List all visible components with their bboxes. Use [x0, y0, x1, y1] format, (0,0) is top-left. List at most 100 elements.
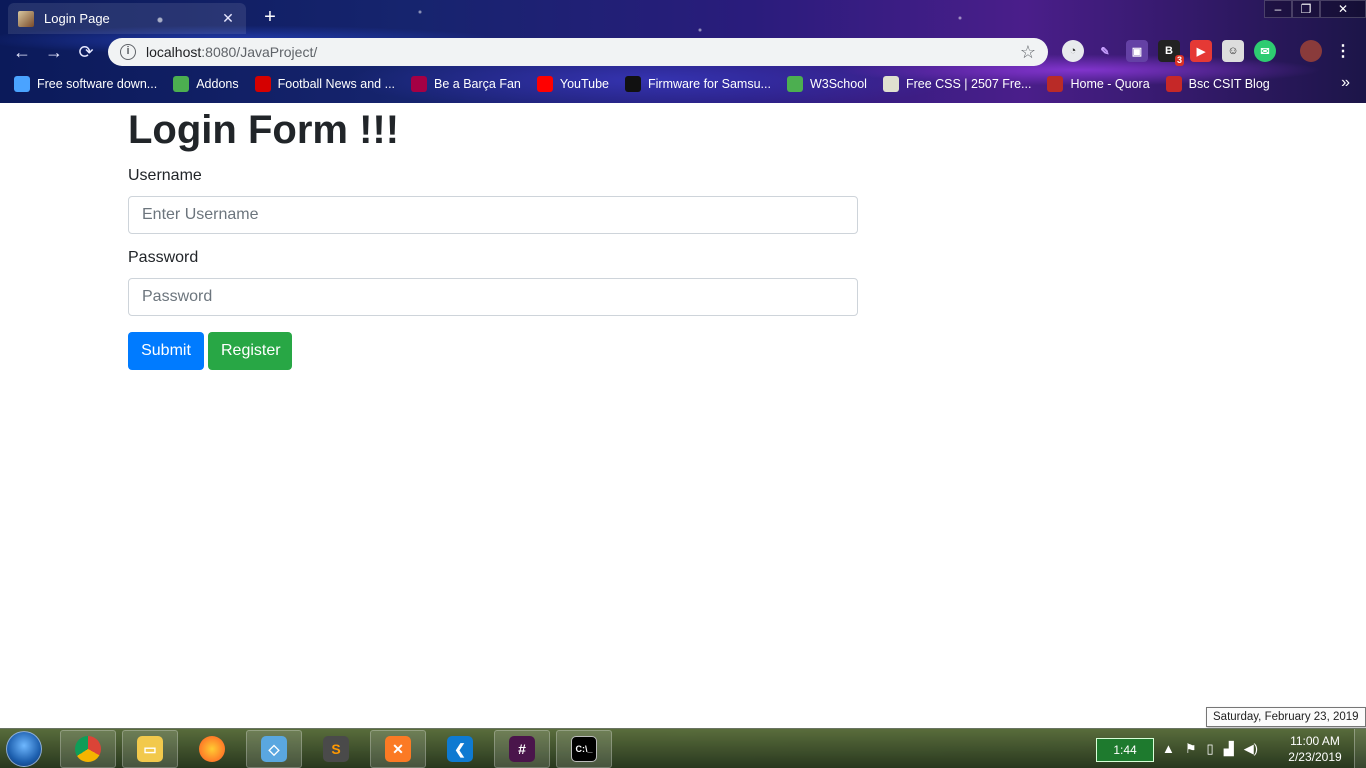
bookmark-item[interactable]: Football News and ...: [254, 76, 396, 92]
taskbar-vscode[interactable]: ❮: [432, 730, 488, 768]
sammobile-icon: [625, 76, 642, 92]
close-window-button[interactable]: ✕: [1320, 0, 1366, 18]
bookmark-star-icon[interactable]: ☆: [1020, 42, 1036, 63]
bookmark-label: Home - Quora: [1070, 77, 1150, 91]
taskbar-cmd[interactable]: C:\_: [556, 730, 612, 768]
speed-dial-extension-icon[interactable]: ◔: [1062, 40, 1084, 62]
username-group: Username: [128, 166, 858, 234]
chat-extension-icon[interactable]: ✉: [1254, 40, 1276, 62]
new-tab-button[interactable]: +: [258, 6, 282, 30]
submit-button[interactable]: Submit: [128, 332, 204, 370]
site-info-icon[interactable]: i: [120, 44, 136, 60]
profile-extension-icon[interactable]: ☺: [1222, 40, 1244, 62]
taskbar-xampp[interactable]: ✕: [370, 730, 426, 768]
username-input[interactable]: [128, 196, 858, 234]
youtube-icon: [536, 76, 553, 92]
bookmark-label: Bsc CSIT Blog: [1188, 77, 1270, 91]
globe-icon: [14, 76, 30, 92]
register-button[interactable]: Register: [208, 332, 292, 370]
browser-chrome: Login Page ✕ + – ❐ ✕ ← → ⟳ i localhost :…: [0, 0, 1366, 103]
network-signal-icon[interactable]: ▟: [1224, 741, 1234, 757]
start-button[interactable]: [6, 731, 42, 767]
bookmarks-overflow-button[interactable]: »: [1341, 74, 1350, 92]
window-controls: – ❐ ✕: [1264, 0, 1366, 18]
w3-icon: [786, 76, 803, 92]
bookmark-item[interactable]: Free CSS | 2507 Fre...: [882, 76, 1032, 92]
clock-date: 2/23/2019: [1288, 750, 1342, 764]
taskbar-explorer[interactable]: ▭: [122, 730, 178, 768]
bookmark-item[interactable]: Firmware for Samsu...: [625, 76, 771, 92]
folder-icon: ▭: [137, 736, 163, 762]
battery-icon[interactable]: ▯: [1207, 741, 1214, 757]
terminal-icon: C:\_: [571, 736, 597, 762]
minimize-button[interactable]: –: [1264, 0, 1292, 18]
extensions-toolbar: ◔ ✎ ▣ B3 ▶ ☺ ✉ ⋮: [1062, 40, 1354, 66]
clock-time: 11:00 AM: [1290, 734, 1340, 748]
url-path: :8080/JavaProject/: [201, 44, 318, 60]
page-favicon-icon: [18, 10, 34, 27]
show-hidden-icons-icon[interactable]: ▲: [1162, 741, 1175, 757]
taskbar-slack[interactable]: #: [494, 730, 550, 768]
bookmark-item[interactable]: Home - Quora: [1047, 76, 1150, 92]
notes-extension-icon[interactable]: ✎: [1094, 40, 1116, 62]
bookmark-item[interactable]: Bsc CSIT Blog: [1165, 76, 1270, 92]
system-clock[interactable]: 11:00 AM 2/23/2019: [1282, 733, 1348, 765]
bookmark-label: Free CSS | 2507 Fre...: [905, 77, 1032, 91]
bookmark-label: Football News and ...: [277, 77, 396, 91]
chrome-icon: [75, 736, 101, 762]
freecss-icon: [882, 76, 899, 92]
username-label: Username: [128, 167, 202, 184]
bookmark-item[interactable]: Free software down...: [14, 76, 157, 92]
virtualbox-icon: ◇: [261, 736, 287, 762]
bookmark-item[interactable]: Addons: [173, 76, 239, 92]
slack-icon: #: [509, 736, 535, 762]
battery-meter[interactable]: 1:44: [1096, 738, 1154, 762]
action-center-flag-icon[interactable]: ⚑: [1185, 741, 1197, 757]
bookmark-item[interactable]: YouTube: [536, 76, 610, 92]
close-tab-icon[interactable]: ✕: [220, 10, 236, 27]
bookmark-item[interactable]: Be a Barça Fan: [411, 76, 521, 92]
login-form: Login Form !!! Username Password Submit …: [128, 103, 858, 370]
b-extension-icon[interactable]: B3: [1158, 40, 1184, 66]
quora-icon: [1047, 76, 1064, 92]
taskbar-firefox[interactable]: [184, 730, 240, 768]
menu-kebab-icon[interactable]: ⋮: [1332, 40, 1354, 62]
barca-icon: [411, 76, 428, 92]
bookmark-label: YouTube: [559, 77, 610, 91]
browser-tab-active[interactable]: Login Page ✕: [8, 3, 246, 34]
firefox-icon: [199, 736, 225, 762]
xampp-icon: ✕: [385, 736, 411, 762]
taskbar: ▭ ◇ S ✕ ❮ # C:\_ 1:44 ▲ ⚑ ▯ ▟ ◀) 11:00 A…: [0, 728, 1366, 768]
page-title: Login Form !!!: [128, 108, 400, 152]
bookmark-label: Firmware for Samsu...: [648, 77, 771, 91]
forward-button[interactable]: →: [42, 40, 66, 64]
restore-button[interactable]: ❐: [1292, 0, 1320, 18]
back-button[interactable]: ←: [10, 40, 34, 64]
url-host: localhost: [146, 44, 202, 60]
twitch-extension-icon[interactable]: ▣: [1126, 40, 1148, 62]
password-input[interactable]: [128, 278, 858, 316]
bookmark-item[interactable]: W3School: [786, 76, 867, 92]
reload-button[interactable]: ⟳: [74, 40, 98, 64]
bookmark-label: W3School: [809, 77, 867, 91]
blog-icon: [1165, 76, 1182, 92]
taskbar-chrome[interactable]: [60, 730, 116, 768]
avatar[interactable]: [1300, 40, 1322, 62]
puzzle-icon: [173, 76, 190, 92]
bookmark-label: Be a Barça Fan: [434, 77, 521, 91]
taskbar-sublime[interactable]: S: [308, 730, 364, 768]
password-label: Password: [128, 249, 199, 266]
bookmark-label: Addons: [196, 77, 239, 91]
extension-badge: 3: [1174, 55, 1184, 66]
address-bar[interactable]: i localhost :8080/JavaProject/ ☆: [108, 38, 1048, 66]
play-extension-icon[interactable]: ▶: [1190, 40, 1212, 62]
taskbar-virtualbox[interactable]: ◇: [246, 730, 302, 768]
date-tooltip: Saturday, February 23, 2019: [1206, 707, 1366, 727]
vscode-icon: ❮: [447, 736, 473, 762]
sublime-icon: S: [323, 736, 349, 762]
page-content: Login Form !!! Username Password Submit …: [0, 103, 1366, 728]
volume-icon[interactable]: ◀): [1244, 741, 1258, 757]
tab-title: Login Page: [44, 11, 110, 26]
show-desktop-button[interactable]: [1354, 729, 1366, 768]
system-tray: ▲ ⚑ ▯ ▟ ◀): [1162, 741, 1258, 757]
